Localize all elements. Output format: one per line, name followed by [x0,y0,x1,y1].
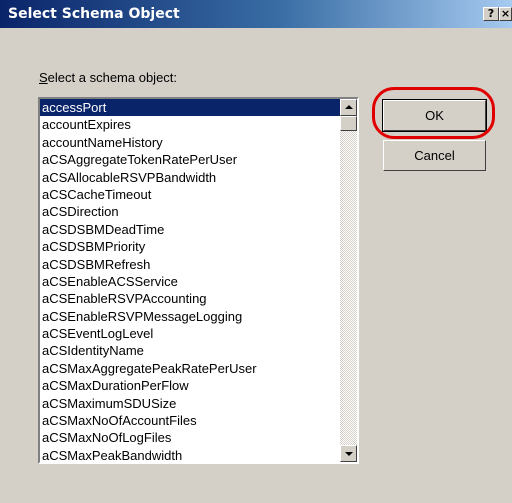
cancel-button[interactable]: Cancel [383,140,486,171]
list-item[interactable]: aCSIdentityName [40,342,342,359]
list-item[interactable]: aCSAllocableRSVPBandwidth [40,169,342,186]
vertical-scrollbar[interactable] [340,99,357,462]
prompt-text: elect a schema object: [47,70,178,85]
list-item[interactable]: aCSEventLogLevel [40,325,342,342]
list-item[interactable]: aCSDSBMRefresh [40,256,342,273]
list-item[interactable]: accountExpires [40,116,342,133]
arrow-down-icon [345,452,353,456]
prompt-accelerator: S [39,70,48,85]
list-item[interactable]: aCSMaxNoOfAccountFiles [40,412,342,429]
list-item[interactable]: aCSEnableRSVPAccounting [40,290,342,307]
list-item[interactable]: aCSMaxAggregatePeakRatePerUser [40,360,342,377]
list-prompt-label: Select a schema object: [39,70,177,85]
schema-object-listbox[interactable]: accessPort accountExpires accountNameHisto… [38,97,359,464]
close-button[interactable]: × [499,7,512,21]
list-item[interactable]: aCSEnableACSService [40,273,342,290]
list-items: accessPort accountExpires accountNameHisto… [40,99,342,462]
title-bar[interactable]: Select Schema Object ? × [0,0,512,28]
list-item[interactable]: aCSAggregateTokenRatePerUser [40,151,342,168]
list-item[interactable]: aCSDSBMDeadTime [40,221,342,238]
select-schema-object-dialog: Select Schema Object ? × Select a schema… [0,0,512,503]
scroll-up-button[interactable] [340,99,357,116]
list-item[interactable]: aCSEnableRSVPMessageLogging [40,308,342,325]
list-item[interactable]: aCSCacheTimeout [40,186,342,203]
list-item[interactable]: accessPort [40,99,342,117]
list-item[interactable]: aCSMaxDurationPerFlow [40,377,342,394]
list-item[interactable]: accountNameHistory [40,134,342,151]
help-button[interactable]: ? [483,7,499,21]
arrow-up-icon [345,105,353,109]
dialog-title: Select Schema Object [8,6,180,22]
list-item[interactable]: aCSDSBMPriority [40,238,342,255]
list-item[interactable]: aCSMaxNoOfLogFiles [40,429,342,446]
scroll-thumb[interactable] [340,116,357,131]
scroll-down-button[interactable] [340,445,357,462]
ok-button[interactable]: OK [382,99,487,132]
list-item[interactable]: aCSDirection [40,203,342,220]
list-item[interactable]: aCSMaximumSDUSize [40,395,342,412]
list-item[interactable]: aCSMaxPeakBandwidth [40,447,342,462]
